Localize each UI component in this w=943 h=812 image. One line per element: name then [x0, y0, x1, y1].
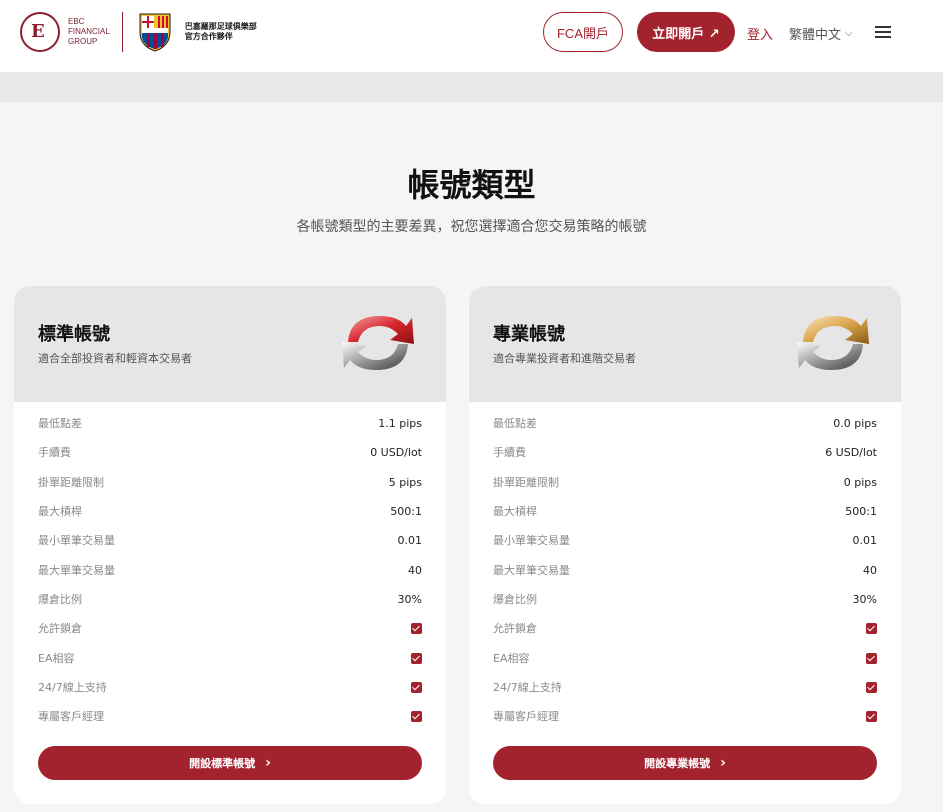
spec-row: 最低點差 0.0 pips: [493, 416, 877, 431]
professional-account-card: 專業帳號 適合專業投資者和進階交易者 最低點差 0.0 pips 手續費 6 USD…: [469, 286, 901, 804]
spec-row: EA相容: [38, 648, 422, 668]
open-professional-account-button[interactable]: 開設專業帳號 ›: [493, 746, 877, 780]
language-label: 繁體中文: [789, 28, 842, 43]
button-label: 開設專業帳號: [644, 757, 711, 770]
checkmark-icon: [411, 622, 422, 634]
language-selector[interactable]: 繁體中文 ⌵: [789, 24, 853, 43]
fca-open-account-button[interactable]: FCA開戶: [543, 12, 623, 52]
checkmark-icon: [866, 652, 877, 664]
standard-account-card: 標準帳號 適合全部投資者和輕資本交易者 最低點差 1.1 pips 手續費 0 US…: [14, 286, 446, 804]
spec-row: 手續費 0 USD/lot: [38, 445, 422, 460]
spec-row: 最大單筆交易量 40: [493, 563, 877, 578]
button-label: 開設標準帳號: [189, 757, 256, 770]
spec-row: EA相容: [493, 648, 877, 668]
ebc-logo-icon: E: [20, 12, 60, 52]
spec-row: 最低點差 1.1 pips: [38, 416, 422, 431]
spec-row: 24/7線上支持: [493, 677, 877, 697]
sub-bar: [0, 72, 943, 102]
refresh-gold-icon: [797, 316, 869, 370]
card-header: 標準帳號 適合全部投資者和輕資本交易者: [14, 286, 446, 402]
hamburger-menu-icon[interactable]: [875, 26, 891, 38]
spec-row: 爆倉比例 30%: [38, 592, 422, 607]
spec-row: 最小單筆交易量 0.01: [493, 533, 877, 548]
open-account-button[interactable]: 立即開戶 ↗: [637, 12, 735, 52]
page-subtitle: 各帳號類型的主要差異，祝您選擇適合您交易策略的帳號: [296, 219, 647, 235]
spec-row: 允許鎖倉: [38, 618, 422, 638]
spec-row: 最小單筆交易量 0.01: [38, 533, 422, 548]
spec-row: 最大槓桿 500:1: [38, 504, 422, 519]
card-title: 專業帳號: [493, 324, 565, 345]
site-header: E EBC FINANCIAL GROUP 巴塞羅那足球俱樂部 官方合作夥伴 F…: [0, 0, 943, 72]
card-description: 適合全部投資者和輕資本交易者: [38, 352, 192, 365]
card-title: 標準帳號: [38, 324, 110, 345]
spec-row: 掛單距離限制 0 pips: [493, 475, 877, 490]
checkmark-icon: [411, 681, 422, 693]
page-title: 帳號類型: [407, 166, 536, 204]
spec-row: 專屬客戶經理: [493, 706, 877, 726]
chevron-right-icon: ›: [265, 755, 271, 771]
logo-group[interactable]: E EBC FINANCIAL GROUP 巴塞羅那足球俱樂部 官方合作夥伴: [20, 12, 257, 52]
checkmark-icon: [866, 710, 877, 722]
spec-row: 專屬客戶經理: [38, 706, 422, 726]
spec-row: 最大槓桿 500:1: [493, 504, 877, 519]
chevron-right-icon: ›: [720, 755, 726, 771]
login-link[interactable]: 登入: [747, 24, 773, 43]
checkmark-icon: [866, 681, 877, 693]
checkmark-icon: [866, 622, 877, 634]
spec-row: 爆倉比例 30%: [493, 592, 877, 607]
spec-row: 手續費 6 USD/lot: [493, 445, 877, 460]
spec-row: 最大單筆交易量 40: [38, 563, 422, 578]
spec-row: 掛單距離限制 5 pips: [38, 475, 422, 490]
chevron-down-icon: ⌵: [845, 28, 853, 39]
spec-row: 24/7線上支持: [38, 677, 422, 697]
card-header: 專業帳號 適合專業投資者和進階交易者: [469, 286, 901, 402]
card-description: 適合專業投資者和進階交易者: [493, 352, 636, 365]
checkmark-icon: [411, 710, 422, 722]
open-standard-account-button[interactable]: 開設標準帳號 ›: [38, 746, 422, 780]
fc-barcelona-crest-icon: [139, 13, 171, 52]
partner-text: 巴塞羅那足球俱樂部 官方合作夥伴: [184, 22, 257, 41]
logo-divider: [121, 12, 123, 52]
checkmark-icon: [411, 652, 422, 664]
spec-row: 允許鎖倉: [493, 618, 877, 638]
ebc-brand-text: EBC FINANCIAL GROUP: [68, 17, 110, 46]
refresh-red-icon: [342, 316, 414, 370]
